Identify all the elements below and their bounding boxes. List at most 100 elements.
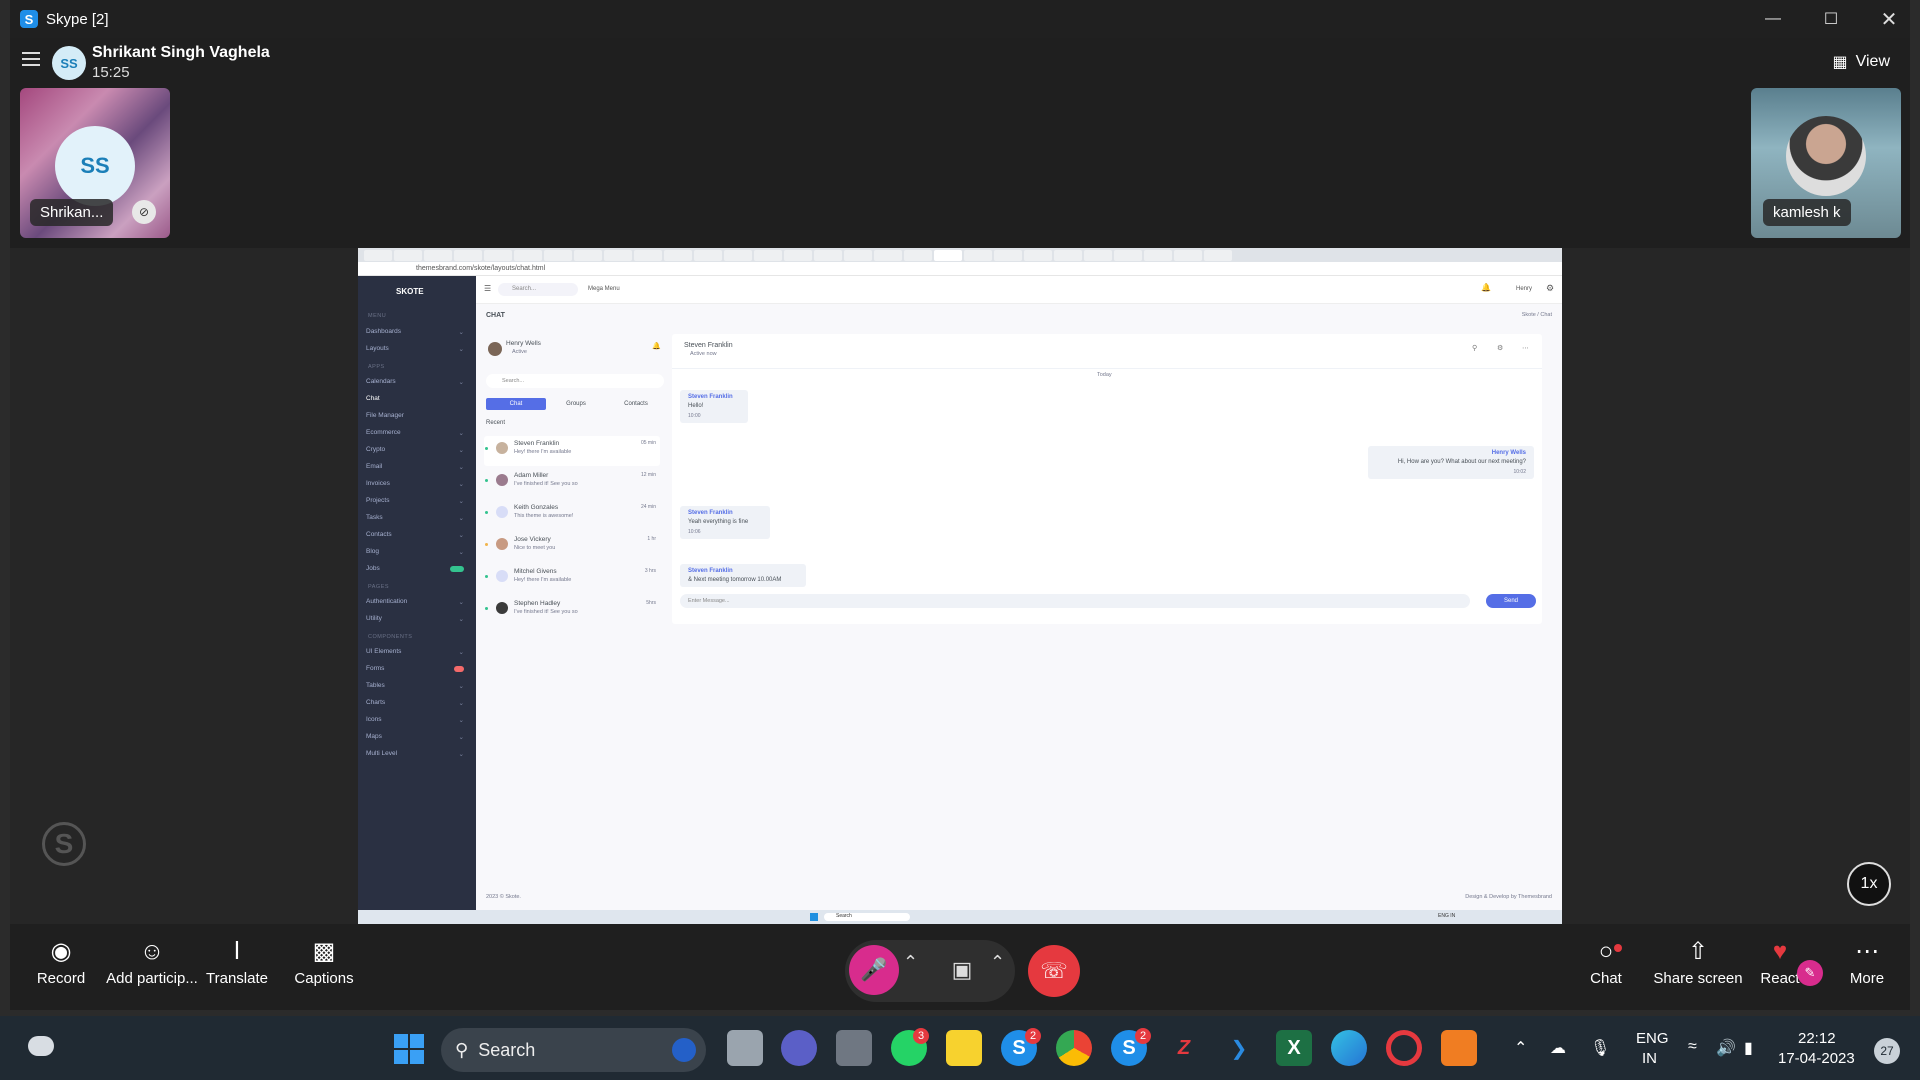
bing-icon <box>672 1038 696 1062</box>
windows-start-button[interactable] <box>394 1034 424 1064</box>
minimize-button[interactable]: — <box>1744 0 1802 38</box>
volume-icon[interactable]: 🔊 <box>1716 1038 1736 1058</box>
list-item[interactable]: Mitchel Givens Hey! there I'm available 3 … <box>484 564 660 594</box>
add-person-icon: ☺ <box>139 938 165 965</box>
mega-menu[interactable]: Mega Menu <box>588 286 620 292</box>
chat-search-input[interactable]: Search... <box>486 374 664 388</box>
sidebar-item-projects[interactable]: Projects ⌄ <box>366 497 468 505</box>
call-header: SS Shrikant Singh Vaghela 15:25 ▦ View S… <box>10 38 1910 248</box>
sidebar-item-authentication[interactable]: Authentication ⌄ <box>366 598 468 606</box>
tab-groups[interactable]: Groups <box>546 398 606 410</box>
sidebar-item-utility[interactable]: Utility ⌄ <box>366 615 468 623</box>
message-input[interactable]: Enter Message... <box>680 594 1470 608</box>
close-button[interactable]: ✕ <box>1860 0 1918 38</box>
sidebar-item-tables[interactable]: Tables ⌄ <box>366 682 468 690</box>
settings-icon[interactable]: ⚙ <box>1497 344 1503 352</box>
participant-tile-self[interactable]: SS Shrikan... ⊘ <box>20 88 170 238</box>
microphone-button[interactable]: 🎤 <box>849 945 899 995</box>
sidebar-item-dashboards[interactable]: Dashboards ⌄ <box>366 328 468 336</box>
list-item[interactable]: Stephen Hadley I've finished it! See you … <box>484 596 660 626</box>
playback-speed-button[interactable]: 1x <box>1847 862 1891 906</box>
sidebar-item-email[interactable]: Email ⌄ <box>366 463 468 471</box>
sidebar-item-multi-level[interactable]: Multi Level ⌄ <box>366 750 468 758</box>
topbar-user[interactable]: Henry <box>1516 286 1532 292</box>
bell-icon[interactable]: 🔔 <box>1481 283 1491 292</box>
maximize-button[interactable]: ☐ <box>1802 0 1860 38</box>
topbar-search[interactable]: Search... <box>498 283 578 296</box>
view-button[interactable]: ▦ View <box>1832 52 1890 72</box>
language-line1[interactable]: ENG <box>1636 1030 1669 1047</box>
microphone-options-chevron-icon[interactable]: ⌃ <box>903 952 918 973</box>
wifi-icon[interactable]: ≈ <box>1688 1038 1697 1056</box>
calculator-icon[interactable] <box>836 1030 872 1066</box>
chevron-up-icon[interactable]: ⌃ <box>1514 1038 1527 1058</box>
translate-button[interactable]: ا Translate <box>192 934 282 987</box>
menu-toggle-icon[interactable]: ☰ <box>484 284 491 293</box>
sidebar-item-forms[interactable]: Forms <box>366 665 468 672</box>
sidebar-item-layouts[interactable]: Layouts ⌄ <box>366 345 468 353</box>
settings-icon[interactable]: ⚙ <box>1546 283 1554 294</box>
search-icon[interactable]: ⚲ <box>1472 344 1477 352</box>
pen-icon[interactable]: ✎ <box>1797 960 1823 986</box>
sidebar-item-icons[interactable]: Icons ⌄ <box>366 716 468 724</box>
sidebar-item-invoices[interactable]: Invoices ⌄ <box>366 480 468 488</box>
list-item[interactable]: Keith Gonzales This theme is awesome! 24 m… <box>484 500 660 530</box>
sidebar-item-calendars[interactable]: Calendars ⌄ <box>366 378 468 386</box>
excel-icon[interactable]: X <box>1276 1030 1312 1066</box>
taskbar-search[interactable]: ⚲ Search <box>441 1028 706 1072</box>
edge-icon[interactable] <box>1331 1030 1367 1066</box>
sidebar-item-contacts[interactable]: Contacts ⌄ <box>366 531 468 539</box>
clock-time[interactable]: 22:12 <box>1798 1030 1836 1047</box>
notification-count-badge[interactable]: 27 <box>1874 1038 1900 1064</box>
chrome-icon[interactable] <box>1056 1030 1092 1066</box>
end-call-button[interactable]: ☏ <box>1028 945 1080 997</box>
participant-label: Shrikan... <box>30 199 114 226</box>
sidebar-item-ecommerce[interactable]: Ecommerce ⌄ <box>366 429 468 437</box>
me-name: Henry Wells <box>506 340 541 347</box>
sidebar-item-jobs[interactable]: Jobs <box>366 565 468 572</box>
xampp-icon[interactable] <box>1441 1030 1477 1066</box>
conversation-name: Steven Franklin <box>684 342 733 349</box>
filezilla-icon[interactable]: Z <box>1166 1030 1202 1066</box>
record-button[interactable]: ◉ Record <box>16 934 106 987</box>
grid-icon: ▦ <box>1832 54 1848 71</box>
tab-contacts[interactable]: Contacts <box>606 398 666 410</box>
language-line2[interactable]: IN <box>1642 1050 1657 1067</box>
more-button[interactable]: ⋯ More <box>1822 934 1912 987</box>
cloud-icon[interactable]: ☁ <box>1550 1038 1566 1058</box>
sidebar-item-crypto[interactable]: Crypto ⌄ <box>366 446 468 454</box>
sidebar-item-blog[interactable]: Blog ⌄ <box>366 548 468 556</box>
mic-tray-icon[interactable]: 🎙 <box>1590 1038 1610 1058</box>
clock-date[interactable]: 17-04-2023 <box>1778 1050 1855 1067</box>
sidebar-item-tasks[interactable]: Tasks ⌄ <box>366 514 468 522</box>
sidebar-item-maps[interactable]: Maps ⌄ <box>366 733 468 741</box>
sidebar-item-charts[interactable]: Charts ⌄ <box>366 699 468 707</box>
sticky-notes-icon[interactable] <box>946 1030 982 1066</box>
chat-button[interactable]: ○ Chat <box>1561 934 1651 987</box>
list-item[interactable]: Steven Franklin Hey! there I'm available 0… <box>484 436 660 466</box>
sidebar-item-chat[interactable]: Chat <box>366 395 468 402</box>
add-participants-button[interactable]: ☺ Add particip... <box>102 934 202 987</box>
list-item[interactable]: Jose Vickery Nice to meet you 1 hr <box>484 532 660 562</box>
sidebar-section-components: COMPONENTS <box>368 634 413 640</box>
notification-icon[interactable]: 🔔 <box>652 342 661 350</box>
sidebar-item-ui-elements[interactable]: UI Elements ⌄ <box>366 648 468 656</box>
vscode-icon[interactable]: ❯ <box>1221 1030 1257 1066</box>
weather-icon[interactable] <box>28 1036 54 1056</box>
list-item[interactable]: Adam Miller I've finished it! See you so 1… <box>484 468 660 498</box>
participant-photo <box>1786 116 1866 196</box>
captions-button[interactable]: ▩ Captions <box>279 934 369 987</box>
chat-notification-dot <box>1614 944 1622 952</box>
more-icon[interactable]: ⋯ <box>1522 344 1529 352</box>
opera-icon[interactable] <box>1386 1030 1422 1066</box>
camera-options-chevron-icon[interactable]: ⌃ <box>990 952 1005 973</box>
participant-tile-remote[interactable]: kamlesh k <box>1751 88 1901 238</box>
menu-icon[interactable] <box>22 52 40 66</box>
send-button[interactable]: Send <box>1486 594 1536 608</box>
battery-icon[interactable]: ▮ <box>1744 1038 1753 1058</box>
camera-off-button[interactable]: ▣ <box>937 945 987 995</box>
taskview-icon[interactable] <box>727 1030 763 1066</box>
tab-chat[interactable]: Chat <box>486 398 546 410</box>
teams-icon[interactable] <box>781 1030 817 1066</box>
sidebar-item-file-manager[interactable]: File Manager <box>366 412 468 419</box>
